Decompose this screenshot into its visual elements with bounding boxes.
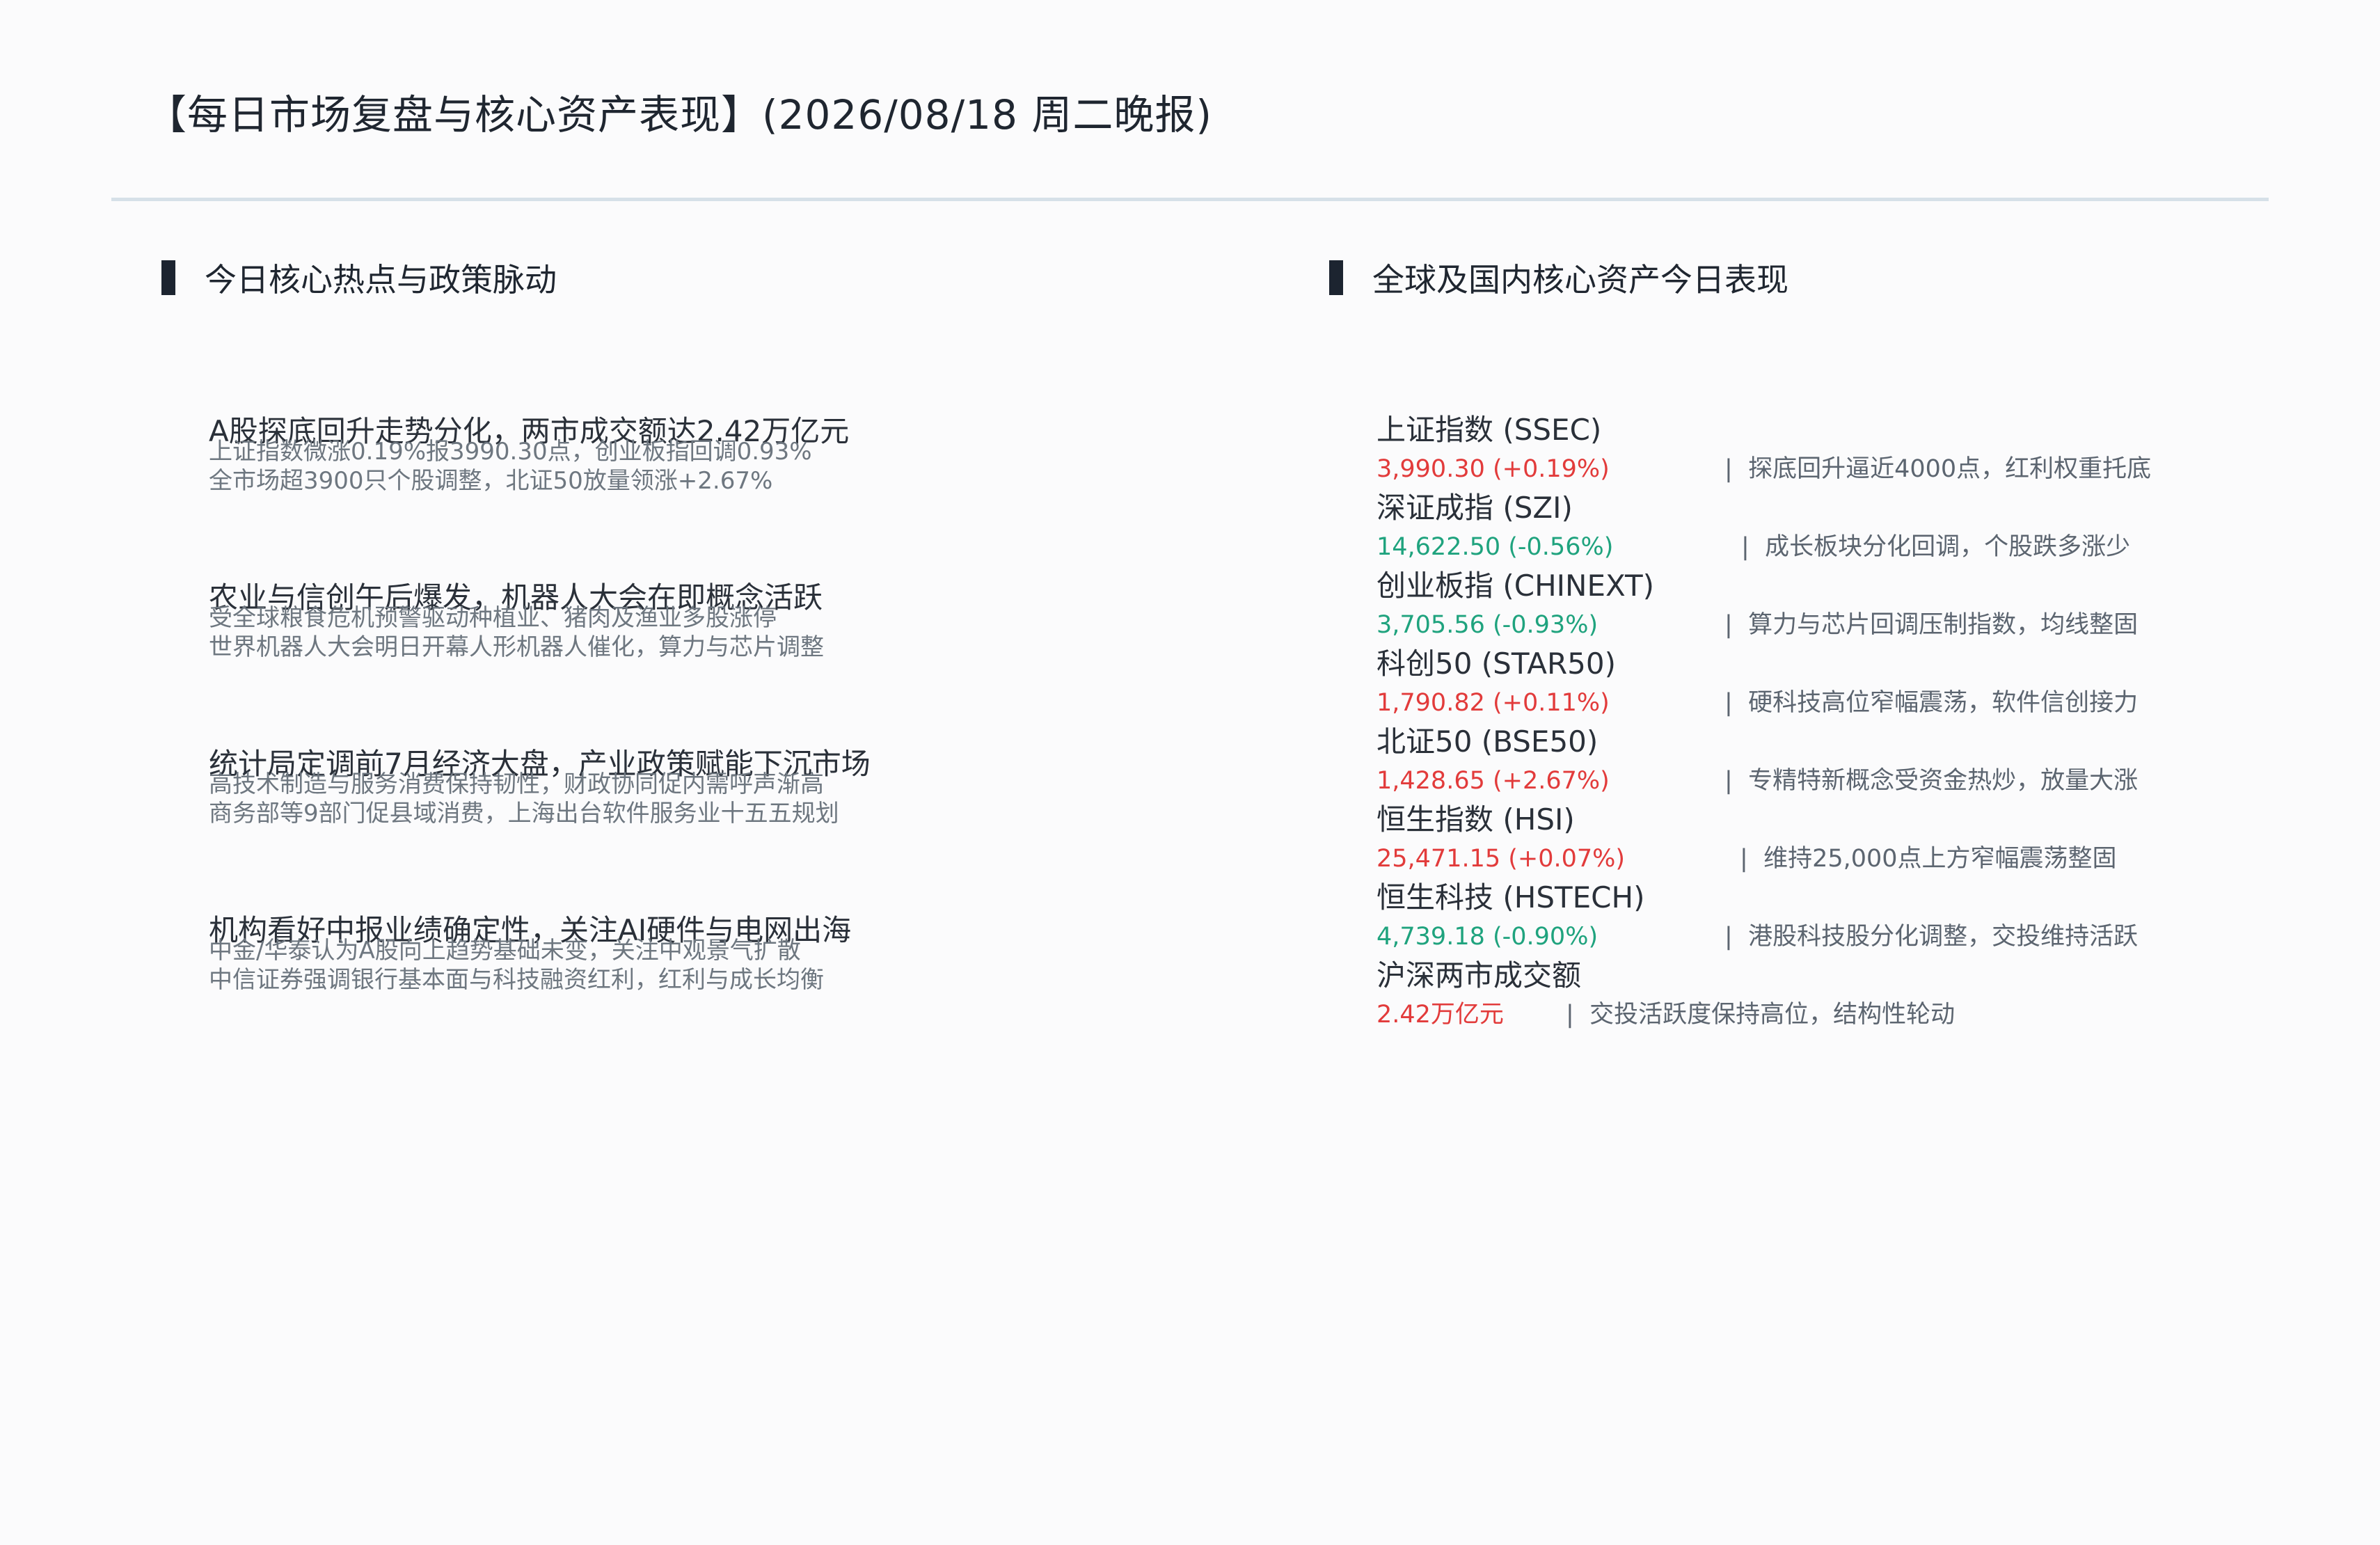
news-detail: 世界机器人大会明日开幕人形机器人催化，算力与芯片调整 [209,633,824,661]
separator: | [1740,845,1748,873]
section-heading-assets: 全球及国内核心资产今日表现 [1329,256,1788,299]
news-item: A股探底回升走势分化，两市成交额达2.42万亿元 上证指数微涨0.19%报399… [209,407,849,496]
asset-value: 4,739.18 (-0.90%) [1377,923,1598,951]
asset-note-text: 硬科技高位窄幅震荡，软件信创接力 [1748,689,2139,717]
asset-note-text: 成长板块分化回调，个股跌多涨少 [1765,533,2131,561]
separator: | [1724,767,1733,795]
asset-note: | 成长板块分化回调，个股跌多涨少 [1741,528,2130,566]
asset-note-text: 交投活跃度保持高位，结构性轮动 [1589,1001,1955,1029]
asset-value: 2.42万亿元 [1377,1001,1504,1029]
separator: | [1741,533,1750,561]
asset-item: 创业板指 (CHINEXT) 3,705.56 (-0.93%) | 算力与芯片… [1377,566,2138,644]
asset-name: 北证50 (BSE50) [1377,724,1598,759]
asset-note: | 维持25,000点上方窄幅震荡整固 [1740,839,2117,878]
asset-name: 恒生指数 (HSI) [1377,802,1575,837]
asset-value: 25,471.15 (+0.07%) [1377,845,1626,873]
asset-item: 深证成指 (SZI) 14,622.50 (-0.56%) | 成长板块分化回调… [1377,489,2130,566]
separator: | [1566,1001,1574,1029]
asset-name: 上证指数 (SSEC) [1377,413,1602,447]
asset-note-text: 港股科技股分化调整，交投维持活跃 [1748,923,2139,951]
news-detail: 高技术制造与服务消费保持韧性，财政协同促内需呼声渐高 [209,770,824,798]
asset-name: 深证成指 (SZI) [1377,491,1573,525]
asset-value: 1,428.65 (+2.67%) [1377,767,1610,795]
asset-note: | 硬科技高位窄幅震荡，软件信创接力 [1724,683,2138,722]
asset-note: | 港股科技股分化调整，交投维持活跃 [1724,917,2138,956]
news-detail: 全市场超3900只个股调整，北证50放量领涨+2.67% [209,467,773,495]
separator: | [1724,455,1733,483]
news-detail: 中信证券强调银行基本面与科技融资红利，红利与成长均衡 [209,966,824,994]
asset-note: | 交投活跃度保持高位，结构性轮动 [1566,995,1955,1034]
asset-note: | 探底回升逼近4000点，红利权重托底 [1724,450,2151,489]
asset-name: 恒生科技 (HSTECH) [1377,880,1645,914]
page-title: 【每日市场复盘与核心资产表现】(2026/08/18 周二晚报) [146,91,1212,138]
news-detail: 商务部等9部门促县域消费，上海出台软件服务业十五五规划 [209,800,839,827]
asset-name: 创业板指 (CHINEXT) [1377,569,1655,603]
section-heading-label: 今日核心热点与政策脉动 [205,261,557,299]
asset-item: 恒生指数 (HSI) 25,471.15 (+0.07%) | 维持25,000… [1377,800,2117,878]
asset-note: | 专精特新概念受资金热炒，放量大涨 [1724,761,2138,800]
asset-item: 恒生科技 (HSTECH) 4,739.18 (-0.90%) | 港股科技股分… [1377,878,2138,956]
asset-note: | 算力与芯片回调压制指数，均线整固 [1724,605,2138,644]
asset-note-text: 算力与芯片回调压制指数，均线整固 [1748,611,2139,639]
separator: | [1724,923,1733,951]
asset-value: 1,790.82 (+0.11%) [1377,689,1610,717]
news-item: 机构看好中报业绩确定性，关注AI硬件与电网出海 中金/华泰认为A股向上趋势基础未… [209,906,851,995]
asset-value: 14,622.50 (-0.56%) [1377,533,1614,561]
separator: | [1724,611,1733,639]
section-heading-news: 今日核心热点与政策脉动 [161,256,557,299]
asset-item: 上证指数 (SSEC) 3,990.30 (+0.19%) | 探底回升逼近40… [1377,411,2151,489]
asset-note-text: 维持25,000点上方窄幅震荡整固 [1763,845,2117,873]
asset-value: 3,990.30 (+0.19%) [1377,455,1610,483]
asset-name: 沪深两市成交额 [1377,958,1582,992]
news-item: 农业与信创午后爆发，机器人大会在即概念活跃 受全球粮食危机预警驱动种植业、猪肉及… [209,573,824,663]
asset-item: 科创50 (STAR50) 1,790.82 (+0.11%) | 硬科技高位窄… [1377,644,2138,722]
news-detail: 中金/华泰认为A股向上趋势基础未变，关注中观景气扩散 [209,937,801,965]
news-item: 统计局定调前7月经济大盘，产业政策赋能下沉市场 高技术制造与服务消费保持韧性，财… [209,740,871,829]
asset-value: 3,705.56 (-0.93%) [1377,611,1598,639]
section-marker [1329,260,1343,295]
news-detail: 上证指数微涨0.19%报3990.30点，创业板指回调0.93% [209,438,812,466]
separator: | [1724,689,1733,717]
asset-note-text: 探底回升逼近4000点，红利权重托底 [1748,455,2152,483]
asset-name: 科创50 (STAR50) [1377,647,1616,681]
asset-item: 沪深两市成交额 2.42万亿元 | 交投活跃度保持高位，结构性轮动 [1377,956,1955,1034]
header-divider [111,198,2269,201]
section-heading-label: 全球及国内核心资产今日表现 [1372,261,1788,299]
asset-item: 北证50 (BSE50) 1,428.65 (+2.67%) | 专精特新概念受… [1377,722,2138,800]
asset-note-text: 专精特新概念受资金热炒，放量大涨 [1748,767,2139,795]
news-detail: 受全球粮食危机预警驱动种植业、猪肉及渔业多股涨停 [209,604,777,632]
section-marker [161,260,175,295]
